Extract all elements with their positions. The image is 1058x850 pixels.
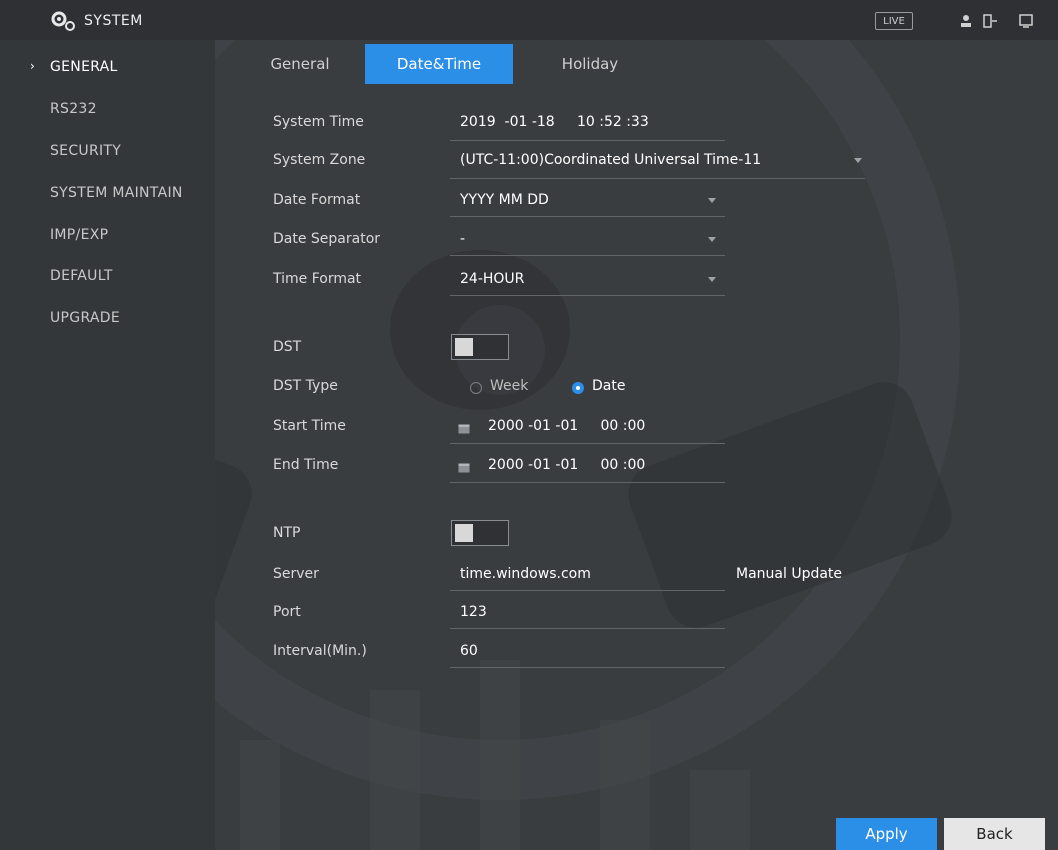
port-label: Port — [273, 604, 301, 620]
ntp-toggle-knob — [455, 524, 473, 542]
date-format-underline — [450, 216, 725, 217]
interval-underline — [450, 667, 725, 668]
logout-icon[interactable] — [982, 13, 998, 29]
manual-update-button[interactable]: Manual Update — [736, 566, 842, 582]
system-zone-underline — [450, 178, 865, 179]
sidebar-item-imp-exp[interactable]: IMP/EXP — [50, 227, 108, 243]
port-input[interactable]: 123 — [460, 604, 487, 620]
tab-holiday[interactable]: Holiday — [530, 44, 650, 84]
dst-toggle[interactable] — [451, 334, 509, 360]
interval-input[interactable]: 60 — [460, 643, 478, 659]
system-time-underline — [450, 140, 725, 141]
calendar-icon[interactable] — [458, 423, 470, 434]
system-zone-label: System Zone — [273, 152, 366, 168]
server-input[interactable]: time.windows.com — [460, 566, 591, 582]
dst-type-date-label: Date — [592, 378, 626, 394]
tab-date-time[interactable]: Date&Time — [365, 44, 513, 84]
date-separator-select[interactable]: - — [460, 231, 465, 247]
page-title: SYSTEM — [84, 13, 143, 29]
system-time-field[interactable]: 2019 -01 -18 10 :52 :33 — [460, 114, 649, 130]
dst-toggle-knob — [455, 338, 473, 356]
top-bar: SYSTEM LIVE — [0, 0, 1058, 40]
time-format-underline — [450, 295, 725, 296]
sidebar — [0, 40, 215, 850]
date-format-label: Date Format — [273, 192, 361, 208]
interval-label: Interval(Min.) — [273, 643, 367, 659]
ntp-label: NTP — [273, 525, 301, 541]
dst-label: DST — [273, 339, 302, 355]
sidebar-item-upgrade[interactable]: UPGRADE — [50, 310, 120, 326]
date-separator-label: Date Separator — [273, 231, 381, 247]
dst-type-date-radio[interactable] — [572, 382, 584, 394]
chevron-down-icon — [854, 158, 862, 163]
end-time-underline — [450, 482, 725, 483]
sidebar-item-general[interactable]: GENERAL — [50, 59, 118, 75]
time-format-label: Time Format — [273, 271, 362, 287]
start-time-label: Start Time — [273, 418, 346, 434]
start-time-field[interactable]: 2000 -01 -01 00 :00 — [488, 418, 645, 434]
dst-type-week-radio[interactable] — [470, 382, 482, 394]
server-underline — [450, 590, 725, 591]
chevron-down-icon — [708, 277, 716, 282]
server-label: Server — [273, 566, 319, 582]
calendar-icon[interactable] — [458, 462, 470, 473]
port-underline — [450, 628, 725, 629]
dst-type-label: DST Type — [273, 378, 338, 394]
dst-type-week-label: Week — [490, 378, 529, 394]
sidebar-item-default[interactable]: DEFAULT — [50, 268, 113, 284]
sidebar-item-rs232[interactable]: RS232 — [50, 101, 97, 117]
gear-icon — [51, 11, 75, 31]
end-time-field[interactable]: 2000 -01 -01 00 :00 — [488, 457, 645, 473]
date-separator-underline — [450, 255, 725, 256]
sidebar-item-security[interactable]: SECURITY — [50, 143, 121, 159]
sidebar-item-system-maintain[interactable]: SYSTEM MAINTAIN — [50, 185, 183, 201]
start-time-underline — [450, 443, 725, 444]
time-format-select[interactable]: 24-HOUR — [460, 271, 524, 287]
end-time-label: End Time — [273, 457, 339, 473]
date-format-select[interactable]: YYYY MM DD — [460, 192, 549, 208]
screen-icon[interactable] — [1018, 13, 1034, 29]
system-zone-select[interactable]: (UTC-11:00)Coordinated Universal Time-11 — [460, 152, 761, 168]
ntp-toggle[interactable] — [451, 520, 509, 546]
system-time-label: System Time — [273, 114, 364, 130]
chevron-down-icon — [708, 198, 716, 203]
user-icon[interactable] — [958, 13, 974, 29]
tab-general[interactable]: General — [240, 44, 360, 84]
back-button[interactable]: Back — [944, 818, 1045, 850]
chevron-right-icon: › — [30, 59, 35, 73]
apply-button[interactable]: Apply — [836, 818, 937, 850]
live-button[interactable]: LIVE — [875, 12, 913, 30]
chevron-down-icon — [708, 237, 716, 242]
